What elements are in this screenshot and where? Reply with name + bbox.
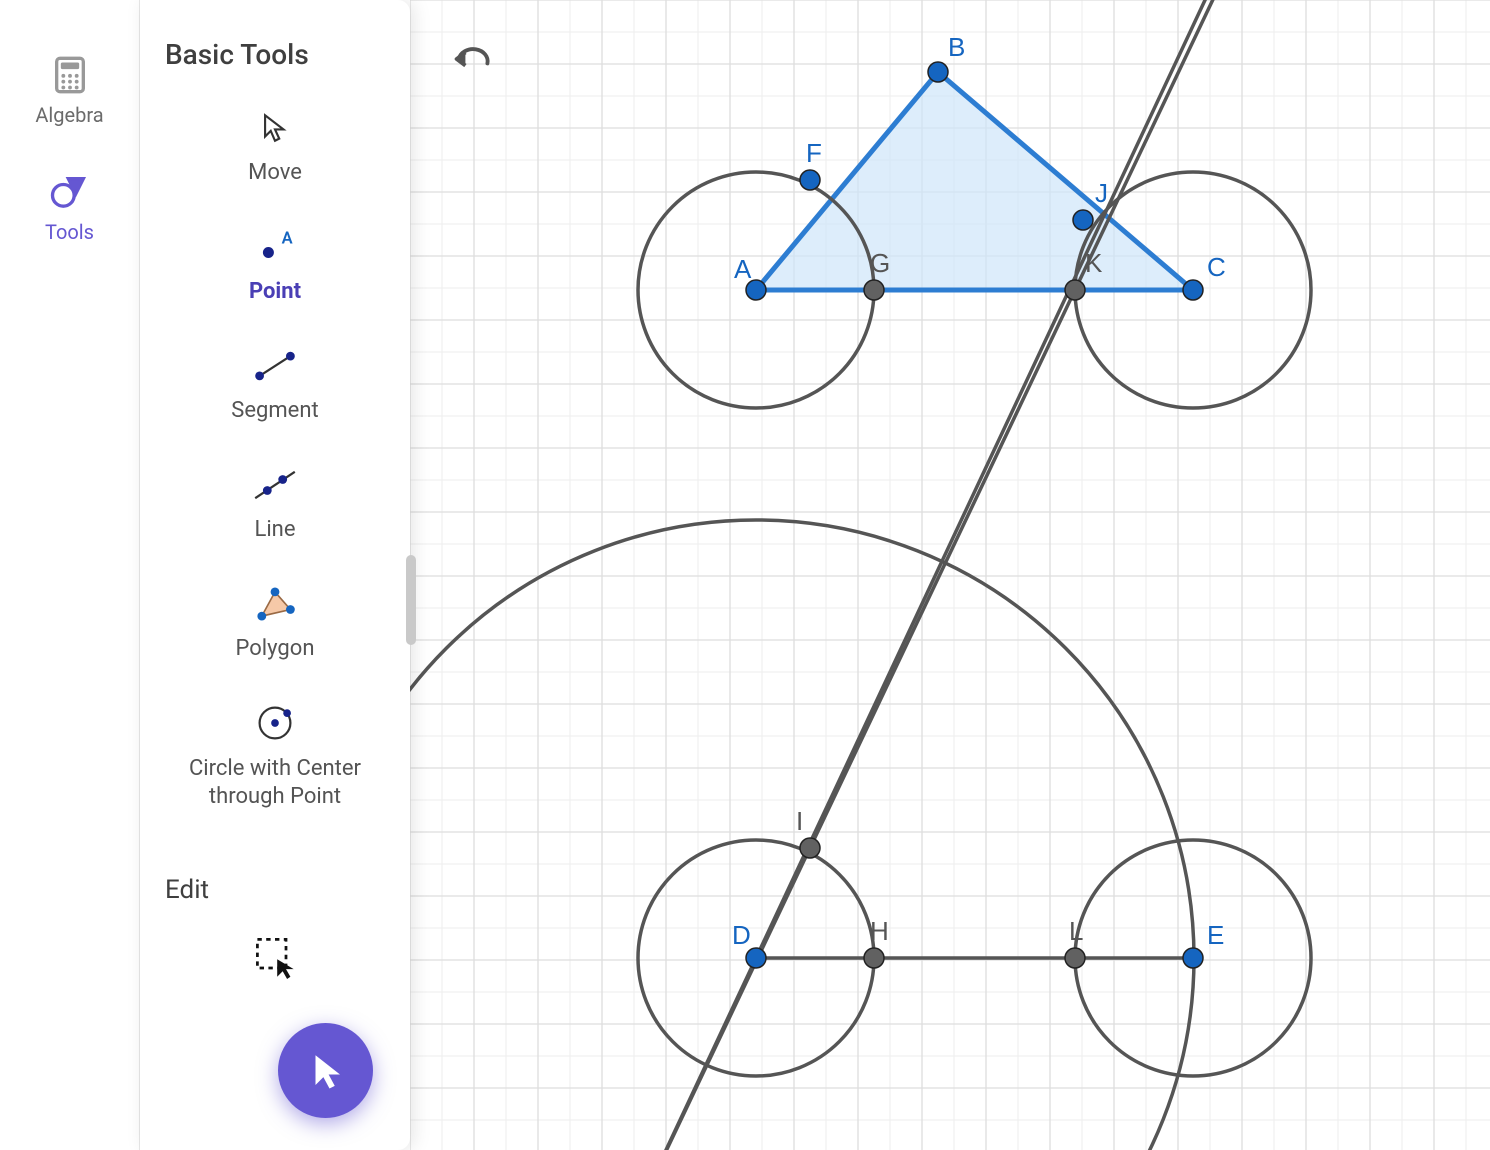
point-E[interactable] xyxy=(1183,948,1203,968)
tool-circle-label: Circle with Center through Point xyxy=(175,755,375,810)
canvas-svg: A B C D E F G H I J K L xyxy=(410,0,1490,1150)
point-K[interactable] xyxy=(1065,280,1085,300)
point-label-G: G xyxy=(870,248,890,278)
point-I[interactable] xyxy=(800,838,820,858)
fab-pointer[interactable] xyxy=(278,1023,373,1118)
point-L[interactable] xyxy=(1065,948,1085,968)
nav-algebra-label: Algebra xyxy=(35,103,103,127)
app-root: Algebra Tools Basic Tools Move xyxy=(0,0,1490,1150)
edit-section-header: Edit xyxy=(140,850,234,915)
point-G[interactable] xyxy=(864,280,884,300)
tools-scrollbar[interactable] xyxy=(406,555,416,645)
undo-icon xyxy=(450,42,494,76)
calculator-icon xyxy=(50,55,90,95)
tool-line[interactable]: Line xyxy=(175,463,375,542)
point-C[interactable] xyxy=(1183,280,1203,300)
tool-circle[interactable]: Circle with Center through Point xyxy=(175,701,375,810)
tool-polygon[interactable]: Polygon xyxy=(175,582,375,661)
point-J[interactable] xyxy=(1073,210,1093,230)
point-H[interactable] xyxy=(864,948,884,968)
point-label-D: D xyxy=(732,920,751,950)
tool-move-label: Move xyxy=(248,160,302,185)
tool-point[interactable]: A Point xyxy=(175,225,375,304)
tool-move[interactable]: Move xyxy=(175,106,375,185)
polygon-icon xyxy=(253,582,297,626)
nav-tools[interactable]: Tools xyxy=(45,172,94,244)
undo-button[interactable] xyxy=(450,42,494,80)
tool-line-label: Line xyxy=(254,517,295,542)
shapes-icon xyxy=(50,172,90,212)
point-label-A: A xyxy=(734,254,752,284)
point-label-H: H xyxy=(870,916,889,946)
point-label-K: K xyxy=(1085,248,1103,278)
point-label-L: L xyxy=(1069,916,1083,946)
point-label-C: C xyxy=(1207,252,1226,282)
nav-algebra[interactable]: Algebra xyxy=(35,55,103,127)
point-label-E: E xyxy=(1207,920,1224,950)
nav-sidebar: Algebra Tools xyxy=(0,0,140,1150)
point-label-B: B xyxy=(948,32,965,62)
tools-panel: Basic Tools Move A Point xyxy=(140,0,410,1150)
point-label-J: J xyxy=(1095,178,1108,208)
point-F[interactable] xyxy=(800,170,820,190)
pointer-icon xyxy=(305,1050,347,1092)
tool-point-label: Point xyxy=(249,279,301,304)
svg-text:A: A xyxy=(282,230,293,249)
tool-polygon-label: Polygon xyxy=(236,636,315,661)
tools-list: Move A Point xyxy=(140,96,410,1130)
point-D[interactable] xyxy=(746,948,766,968)
point-label-F: F xyxy=(806,138,822,168)
point-icon: A xyxy=(253,225,297,269)
line-icon xyxy=(253,463,297,507)
tools-panel-header: Basic Tools xyxy=(140,30,410,96)
segment-icon xyxy=(253,344,297,388)
tool-segment[interactable]: Segment xyxy=(175,344,375,423)
marquee-select-icon xyxy=(253,935,297,979)
nav-tools-label: Tools xyxy=(45,220,94,244)
tool-select[interactable] xyxy=(175,935,375,979)
point-label-I: I xyxy=(796,806,803,836)
circle-icon xyxy=(253,701,297,745)
point-B[interactable] xyxy=(928,62,948,82)
tool-segment-label: Segment xyxy=(231,398,318,423)
cursor-icon xyxy=(253,106,297,150)
geometry-canvas[interactable]: A B C D E F G H I J K L xyxy=(410,0,1490,1150)
